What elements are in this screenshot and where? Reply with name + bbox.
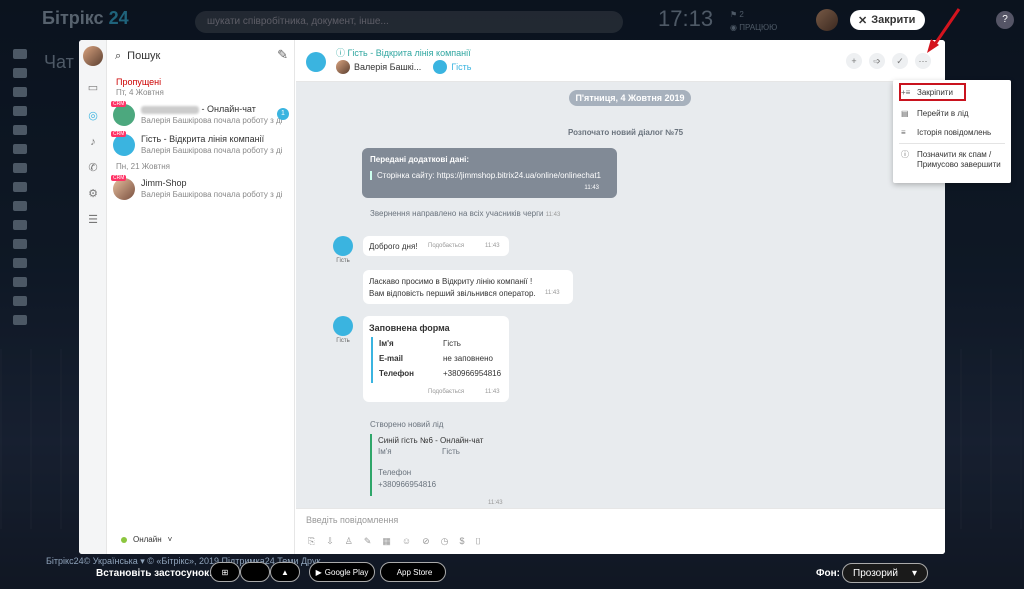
openline-avatar: CRM (111, 131, 135, 156)
chat-avatar: CRM (111, 175, 135, 200)
lead-card[interactable]: Синій гість №6 - Онлайн-чат Ім'я Гість Т… (370, 434, 510, 496)
save-icon[interactable]: ⇩ (326, 536, 334, 547)
finish-icon[interactable]: ✓ (892, 53, 908, 69)
play-icon: ▶ (315, 567, 322, 577)
search-icon: ⌕ (115, 49, 122, 62)
message-input[interactable]: Введіть повідомлення ⎘ ⇩ ♙ ✎ ▦ ☺ ⊘ ◷ $ ⌷ (296, 508, 945, 554)
transfer-icon[interactable]: ➩ (869, 53, 885, 69)
install-label: Встановіть застосунок: (96, 568, 213, 579)
windows-icon: ⊞ (221, 567, 229, 577)
attach-icon[interactable]: ⎘ (308, 536, 315, 547)
annotation-arrow (927, 8, 961, 53)
openline-avatar: CRM (111, 101, 135, 126)
search-input[interactable]: ⌕ Пошук (115, 48, 285, 64)
chat-header: ⓘ Гість - Відкрита лінія компанії Валері… (296, 40, 945, 82)
message-bubble: Доброго дня! Подобається 11:43 (363, 236, 509, 256)
background-select[interactable]: Прозорий ▾ (842, 563, 928, 583)
settings-icon[interactable]: ⚙ (86, 188, 100, 200)
quick-answer-icon[interactable]: ✎ (364, 536, 372, 547)
guest-avatar[interactable]: Гість (332, 316, 354, 344)
messenger-window: ▭ ◎ ♪ ✆ ⚙ ☰ ⌕ Пошук ✎ Пропущені Пт, 4 Жов… (79, 40, 945, 554)
notifications-icon[interactable]: ♪ (86, 136, 100, 148)
timer-icon[interactable]: ◷ (441, 536, 449, 547)
chat-members: Валерія Башкі... Гість (336, 60, 471, 74)
windows-app-button[interactable]: ⊞ (210, 562, 240, 582)
system-message: Розпочато новий діалог №75 (568, 128, 684, 137)
unread-badge: 1 (277, 108, 289, 120)
status-selector[interactable]: Онлайн ˅ (121, 535, 172, 544)
history-menu-item[interactable]: ≡ Історія повідомлень (893, 128, 1011, 138)
input-toolbar: ⎘ ⇩ ♙ ✎ ▦ ☺ ⊘ ◷ $ ⌷ (308, 536, 481, 547)
form-fields: Ім'я Гість E-mail не заповнено Телефон +… (371, 337, 501, 383)
more-icon[interactable]: ⋯ (915, 53, 931, 69)
member-avatar[interactable] (336, 60, 350, 74)
spam-icon: ⓘ (901, 150, 909, 159)
chat-item[interactable]: CRM Гість - Відкрита лінія компанії Вале… (111, 131, 293, 160)
highlight-box (899, 83, 966, 101)
app-store-button[interactable]: App Store (380, 562, 446, 582)
goto-lead-menu-item[interactable]: ▤ Перейти в лід (893, 109, 1011, 119)
date-label: Пт, 4 Жовтня (116, 88, 164, 97)
openlines-icon[interactable]: ◎ (86, 110, 100, 122)
smile-icon[interactable]: ☺ (402, 536, 411, 547)
close-button[interactable]: ✕ Закрити (850, 10, 926, 30)
chevron-down-icon: ˅ (167, 535, 173, 544)
chevron-down-icon: ▾ (911, 568, 917, 579)
messenger-rail: ▭ ◎ ♪ ✆ ⚙ ☰ (79, 40, 107, 554)
help-icon[interactable]: ? (996, 11, 1014, 29)
calendar-icon[interactable]: ▦ (382, 536, 391, 547)
spam-menu-item[interactable]: ⓘ Позначити як спам / Примусово завершити (893, 150, 1011, 170)
message-bubble: Ласкаво просимо в Відкриту лінію компані… (363, 270, 573, 304)
online-dot (121, 536, 127, 543)
chat-title[interactable]: ⓘ Гість - Відкрита лінія компанії (336, 46, 471, 59)
chat-item[interactable]: CRM Jimm-Shop Валерія Башкірова почала р… (111, 175, 293, 204)
compose-icon[interactable]: ✎ (277, 47, 288, 63)
date-label: Пн, 21 Жовтня (116, 162, 170, 171)
message-feed[interactable]: П'ятниця, 4 Жовтня 2019 Розпочато новий … (296, 82, 945, 508)
lead-icon: ▤ (901, 109, 909, 118)
background-label: Фон: (816, 568, 841, 579)
history-icon: ≡ (901, 128, 906, 137)
user-icon[interactable]: ♙ (345, 536, 353, 547)
trash-icon[interactable]: ⌷ (476, 536, 481, 547)
chat-item[interactable]: CRM - Онлайн-чат Валерія Башкірова почал… (111, 101, 293, 130)
mac-app-button[interactable] (240, 562, 270, 582)
chat-list: ⌕ Пошук ✎ Пропущені Пт, 4 Жовтня CRM - Он… (107, 40, 295, 554)
chats-icon[interactable]: ▭ (86, 82, 100, 94)
new-chat-icon[interactable]: ☰ (86, 214, 100, 226)
add-user-icon[interactable]: + (846, 53, 862, 69)
openline-icon (306, 52, 326, 72)
phone-icon[interactable]: ✆ (86, 162, 100, 174)
linux-icon: ▲ (281, 567, 289, 577)
linux-app-button[interactable]: ▲ (270, 562, 300, 582)
guest-avatar[interactable]: Гість (332, 236, 354, 264)
close-icon: ✕ (858, 14, 868, 27)
form-bubble: Заповнена форма Ім'я Гість E-mail не зап… (363, 316, 509, 402)
lead-title: Створено новий лід (370, 420, 444, 429)
hide-icon[interactable]: ⊘ (422, 536, 430, 547)
google-play-button[interactable]: ▶ Google Play (309, 562, 375, 582)
system-message: Звернення направлено на всіх учасників ч… (370, 209, 561, 218)
dollar-icon[interactable]: $ (460, 536, 465, 547)
blurred-name (141, 105, 199, 114)
chat-panel: ⓘ Гість - Відкрита лінія компанії Валері… (296, 40, 945, 554)
my-avatar[interactable] (83, 46, 103, 66)
menu-divider (899, 143, 1005, 144)
guest-avatar[interactable] (433, 60, 448, 74)
date-separator: П'ятниця, 4 Жовтня 2019 (569, 90, 691, 106)
missed-title: Пропущені (116, 77, 162, 87)
extra-data-bubble: Передані додаткові дані: Сторінка сайту:… (362, 148, 617, 198)
